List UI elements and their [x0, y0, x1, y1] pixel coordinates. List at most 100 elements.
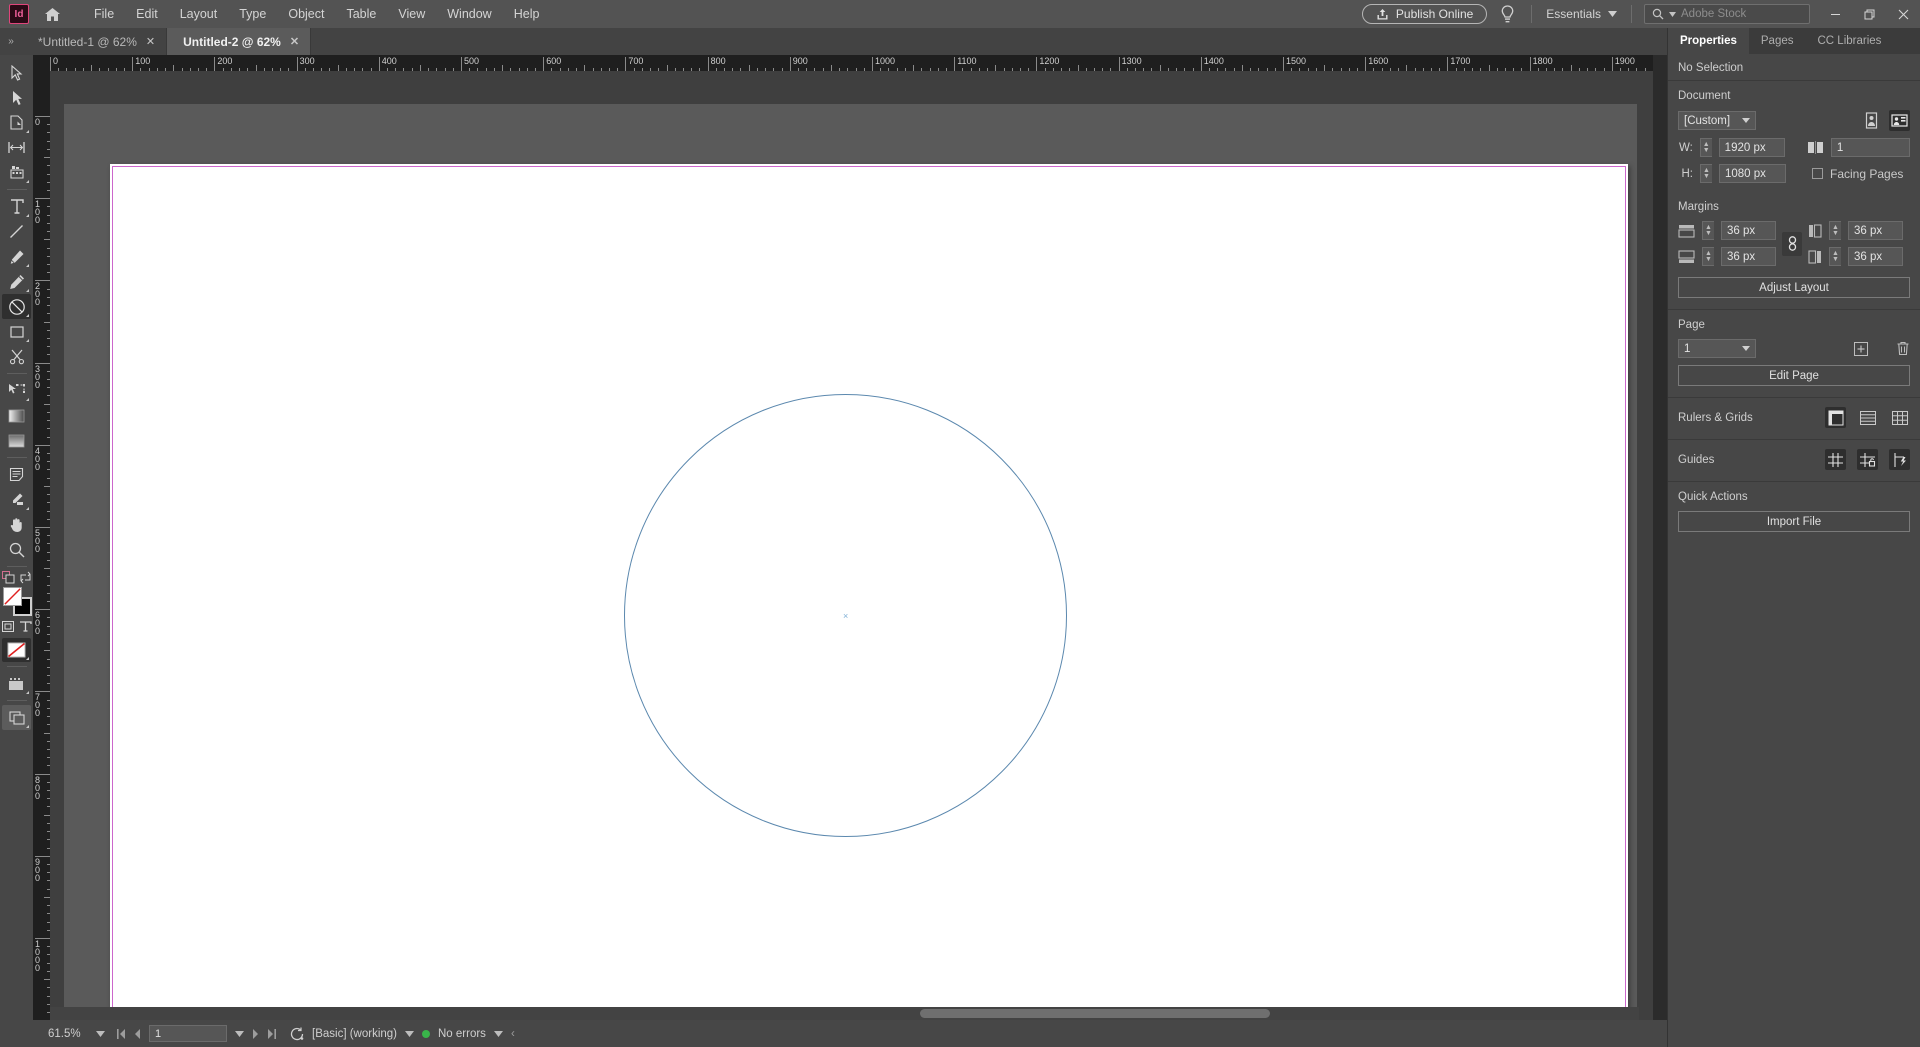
close-button[interactable]: [1886, 0, 1920, 28]
menu-layout[interactable]: Layout: [169, 3, 229, 25]
facing-pages-checkbox[interactable]: [1812, 168, 1823, 179]
show-guides-icon[interactable]: [1825, 449, 1846, 470]
link-margins-toggle[interactable]: [1782, 231, 1802, 256]
menu-view[interactable]: View: [387, 3, 436, 25]
horizontal-ruler[interactable]: 0 100 200 300 400 500 600 700 800 900 1000 1100 1200…: [33, 55, 1653, 71]
document-page[interactable]: ×: [110, 164, 1628, 1014]
tab-properties[interactable]: Properties: [1668, 28, 1749, 54]
tool-direct-selection[interactable]: [2, 85, 31, 110]
pasteboard[interactable]: ×: [64, 104, 1637, 1027]
apply-color-icon[interactable]: [1, 571, 15, 584]
tool-gradient-feather[interactable]: [2, 428, 31, 453]
tool-scissors[interactable]: [2, 344, 31, 369]
tool-pen[interactable]: [2, 244, 31, 269]
preflight-icon[interactable]: [290, 1027, 304, 1041]
workspace-switcher[interactable]: Essentials: [1536, 7, 1627, 21]
adobe-stock-search[interactable]: Adobe Stock: [1644, 4, 1810, 24]
publish-online-button[interactable]: Publish Online: [1361, 4, 1488, 24]
tool-content-collector[interactable]: [2, 160, 31, 185]
tool-rectangle[interactable]: [2, 319, 31, 344]
tool-line[interactable]: [2, 219, 31, 244]
tool-pencil[interactable]: [2, 269, 31, 294]
page-number-input[interactable]: 1: [149, 1025, 227, 1042]
tool-eyedropper[interactable]: [2, 487, 31, 512]
tool-zoom[interactable]: [2, 537, 31, 562]
zoom-level-control[interactable]: 61.5%: [48, 1028, 105, 1040]
adjust-layout-button[interactable]: Adjust Layout: [1678, 277, 1910, 298]
height-stepper[interactable]: ▲ ▼: [1700, 164, 1712, 183]
formatting-affects-container-icon[interactable]: [1, 620, 15, 633]
canvas-area[interactable]: ×: [50, 71, 1653, 1047]
tool-screen-mode[interactable]: [2, 705, 31, 730]
last-page-button[interactable]: [267, 1028, 276, 1039]
next-page-button[interactable]: [252, 1028, 259, 1039]
edit-page-button[interactable]: Edit Page: [1678, 365, 1910, 386]
collapse-left-icon[interactable]: ‹: [511, 1028, 515, 1040]
ruler-label: 100: [35, 199, 41, 226]
lock-guides-icon[interactable]: [1857, 449, 1878, 470]
margin-left-stepper[interactable]: ▲ ▼: [1829, 221, 1841, 240]
tool-note[interactable]: [2, 462, 31, 487]
tab-pages[interactable]: Pages: [1748, 28, 1806, 54]
delete-page-icon[interactable]: [1896, 341, 1910, 356]
close-icon[interactable]: ✕: [146, 35, 155, 48]
tab-cc-libraries[interactable]: CC Libraries: [1805, 28, 1894, 54]
home-icon[interactable]: [37, 0, 67, 28]
tool-page[interactable]: [2, 110, 31, 135]
margin-right-input[interactable]: 36 px: [1848, 247, 1903, 266]
tool-type[interactable]: [2, 194, 31, 219]
horizontal-scrollbar-thumb[interactable]: [920, 1009, 1270, 1018]
document-grid-icon[interactable]: [1889, 407, 1910, 428]
tool-hand[interactable]: [2, 512, 31, 537]
margin-top-input[interactable]: 36 px: [1721, 221, 1776, 240]
horizontal-scrollbar[interactable]: [50, 1007, 1639, 1020]
height-input[interactable]: 1080 px: [1719, 164, 1786, 183]
menu-type[interactable]: Type: [228, 3, 277, 25]
baseline-grid-icon[interactable]: [1857, 407, 1878, 428]
smart-guides-icon[interactable]: [1889, 449, 1910, 470]
menu-table[interactable]: Table: [335, 3, 387, 25]
menu-file[interactable]: File: [83, 3, 125, 25]
tool-free-transform[interactable]: [2, 378, 31, 403]
close-icon[interactable]: ✕: [290, 35, 299, 48]
formatting-affects-text-icon[interactable]: [19, 620, 32, 633]
fill-stroke-swatch[interactable]: [2, 586, 32, 616]
previous-page-button[interactable]: [134, 1028, 141, 1039]
fill-swatch[interactable]: [2, 587, 22, 606]
menu-window[interactable]: Window: [436, 3, 502, 25]
margin-bottom-stepper[interactable]: ▲ ▼: [1702, 247, 1714, 266]
tool-gradient-swatch[interactable]: [2, 403, 31, 428]
document-tab-untitled-1[interactable]: *Untitled-1 @ 62% ✕: [22, 28, 168, 55]
margin-right-stepper[interactable]: ▲ ▼: [1829, 247, 1841, 266]
swap-fill-stroke-icon[interactable]: [19, 571, 32, 584]
margin-top-stepper[interactable]: ▲ ▼: [1702, 221, 1714, 240]
add-page-icon[interactable]: [1854, 341, 1868, 356]
orientation-portrait-button[interactable]: [1861, 110, 1882, 131]
width-input[interactable]: 1920 px: [1718, 138, 1785, 157]
tool-normal-view-mode[interactable]: [2, 671, 31, 696]
page-select-dropdown[interactable]: 1: [1678, 339, 1756, 358]
maximize-button[interactable]: [1852, 0, 1886, 28]
document-preset-dropdown[interactable]: [Custom]: [1678, 111, 1756, 130]
margin-bottom-input[interactable]: 36 px: [1721, 247, 1776, 266]
document-tab-untitled-2[interactable]: Untitled-2 @ 62% ✕: [167, 28, 312, 55]
menu-help[interactable]: Help: [503, 3, 551, 25]
expand-panels-icon[interactable]: »: [0, 28, 22, 55]
vertical-ruler[interactable]: 010020030040050060070080090010001100: [33, 71, 50, 1047]
pages-count-input[interactable]: 1: [1830, 138, 1910, 157]
tool-gap[interactable]: [2, 135, 31, 160]
tool-apply-none[interactable]: [2, 638, 31, 662]
page-dropdown-arrow[interactable]: [235, 1030, 244, 1037]
lightbulb-icon[interactable]: [1493, 0, 1521, 28]
tool-ellipse[interactable]: [2, 294, 31, 319]
first-page-button[interactable]: [117, 1028, 126, 1039]
width-stepper[interactable]: ▲ ▼: [1699, 138, 1712, 157]
minimize-button[interactable]: [1818, 0, 1852, 28]
orientation-landscape-button[interactable]: [1889, 110, 1910, 131]
margin-left-input[interactable]: 36 px: [1848, 221, 1903, 240]
tool-selection[interactable]: [2, 60, 31, 85]
show-rulers-icon[interactable]: [1825, 407, 1846, 428]
import-file-button[interactable]: Import File: [1678, 511, 1910, 532]
menu-edit[interactable]: Edit: [125, 3, 169, 25]
menu-object[interactable]: Object: [277, 3, 335, 25]
